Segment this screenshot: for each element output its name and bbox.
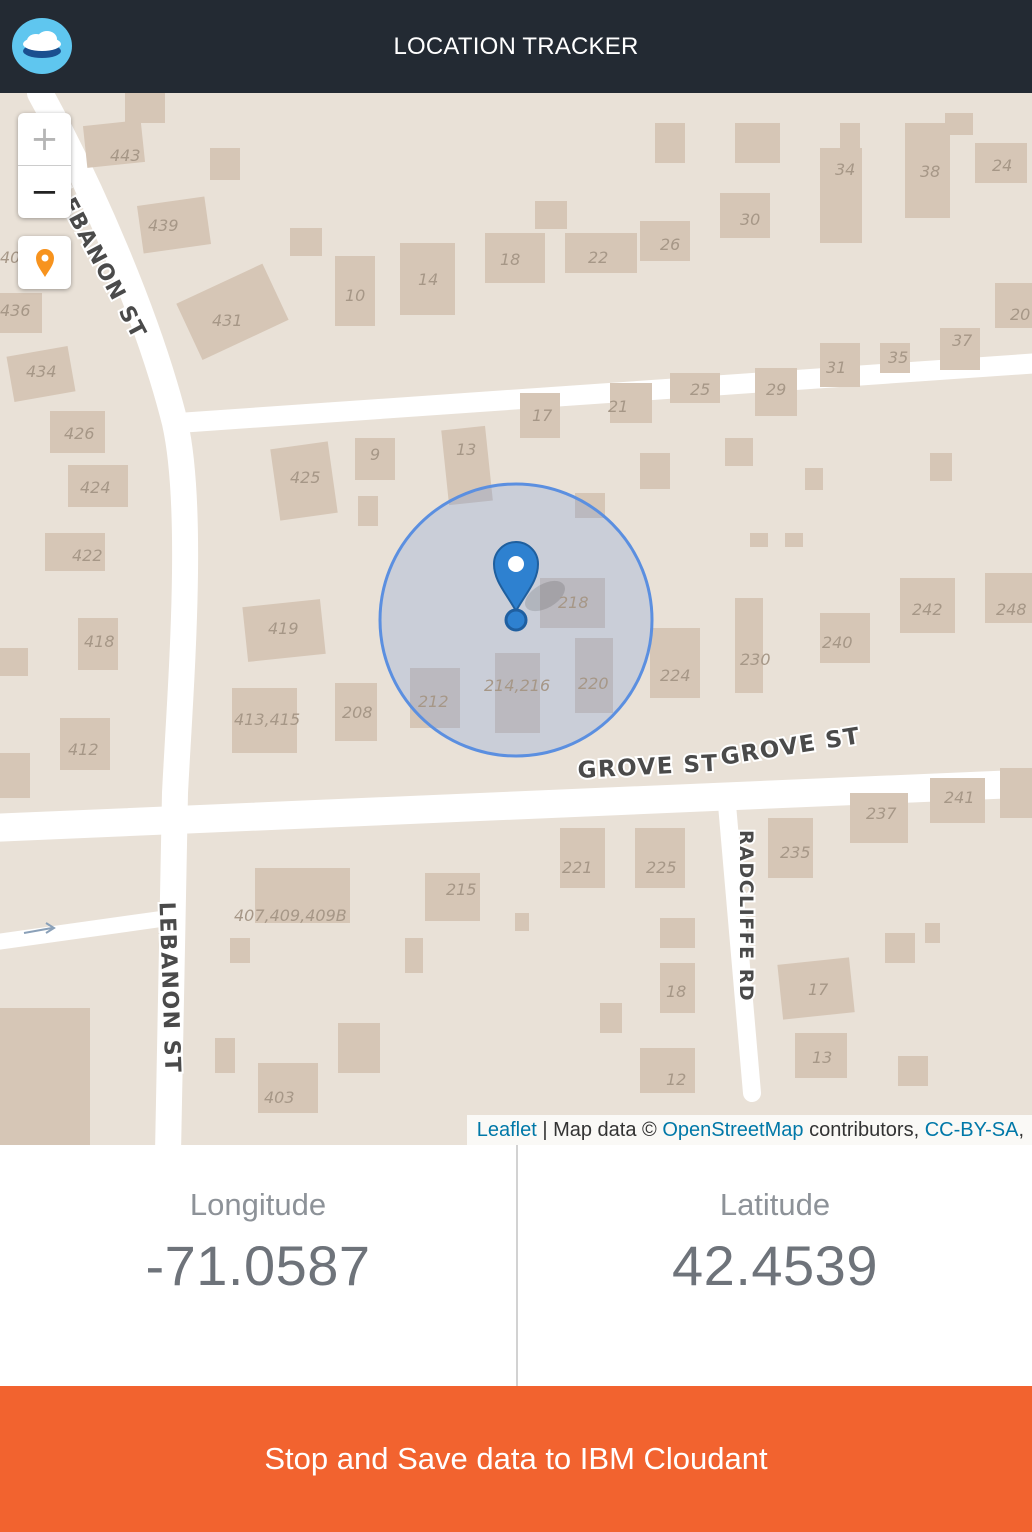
- house-number: 248: [996, 600, 1027, 619]
- house-number: 13: [456, 440, 476, 459]
- house-number: 419: [268, 619, 299, 638]
- house-number: 413,415: [234, 710, 300, 729]
- house-number: 14: [418, 270, 438, 289]
- house-number: 34: [835, 160, 855, 179]
- house-number: 220: [578, 674, 609, 693]
- license-link[interactable]: CC-BY-SA: [925, 1119, 1019, 1141]
- zoom-out-button[interactable]: −: [18, 165, 71, 218]
- locate-button[interactable]: [18, 236, 71, 289]
- street-label-grove-st-2: GROVE ST: [719, 723, 863, 771]
- app-header: LOCATION TRACKER: [0, 0, 1032, 93]
- latitude-section: Latitude 42.4539: [516, 1145, 1032, 1386]
- house-number: 9: [370, 445, 380, 464]
- location-pin-icon: [35, 248, 54, 277]
- house-number: 12: [666, 1070, 686, 1089]
- house-number: 31: [826, 358, 846, 377]
- house-number: 25: [690, 380, 710, 399]
- house-number: 407,409,409B: [234, 906, 347, 925]
- map-attribution: Leaflet | Map data © OpenStreetMap contr…: [466, 1115, 1032, 1145]
- house-number: 18: [500, 250, 520, 269]
- longitude-value: -71.0587: [145, 1234, 371, 1297]
- stop-and-save-button[interactable]: Stop and Save data to IBM Cloudant: [0, 1386, 1032, 1532]
- house-number: 38: [920, 162, 940, 181]
- house-number: 30: [740, 210, 760, 229]
- house-number: 21: [608, 397, 628, 416]
- house-number: 224: [660, 666, 691, 685]
- openstreetmap-link[interactable]: OpenStreetMap: [662, 1119, 803, 1141]
- house-number: 17: [532, 406, 553, 425]
- map-view[interactable]: GROVE ST GROVE ST LEBANON ST LEBANON ST …: [0, 93, 1032, 1145]
- house-number: 241: [944, 788, 975, 807]
- house-number: 237: [866, 804, 897, 823]
- latitude-label: Latitude: [719, 1187, 831, 1222]
- house-number: 418: [84, 632, 115, 651]
- house-number: 26: [660, 235, 680, 254]
- house-number: 13: [812, 1048, 832, 1067]
- attribution-contributors: contributors,: [803, 1119, 925, 1141]
- street-label-radcliffe-rd: RADCLIFFE RD: [735, 830, 757, 1002]
- house-number: 439: [148, 216, 179, 235]
- house-number: 10: [345, 286, 365, 305]
- house-number: 214,216: [484, 676, 550, 695]
- house-number: 215: [446, 880, 477, 899]
- house-number: 218: [558, 593, 589, 612]
- house-number: 235: [780, 843, 811, 862]
- house-number: 436: [0, 301, 31, 320]
- house-number: 208: [342, 703, 373, 722]
- house-number: 24: [992, 156, 1012, 175]
- house-number: 22: [588, 248, 608, 267]
- house-number: 242: [912, 600, 943, 619]
- house-number: 20: [1010, 305, 1030, 324]
- house-number: 426: [64, 424, 95, 443]
- house-number: 422: [72, 546, 103, 565]
- house-number: 431: [212, 311, 243, 330]
- house-number: 35: [888, 348, 908, 367]
- zoom-in-button[interactable]: +: [18, 113, 71, 165]
- house-number: 37: [952, 331, 973, 350]
- house-number: 434: [26, 362, 57, 381]
- house-number: 240: [822, 633, 853, 652]
- leaflet-link[interactable]: Leaflet: [477, 1119, 537, 1141]
- house-number: 443: [110, 146, 141, 165]
- longitude-section: Longitude -71.0587: [0, 1145, 516, 1386]
- map-tiles: GROVE ST GROVE ST LEBANON ST LEBANON ST …: [0, 93, 1032, 1145]
- house-number: 230: [740, 650, 771, 669]
- house-number: 412: [68, 740, 99, 759]
- zoom-control: + −: [18, 113, 71, 218]
- house-number: 17: [808, 980, 829, 999]
- longitude-label: Longitude: [189, 1187, 327, 1222]
- house-number: 212: [418, 692, 449, 711]
- house-number: 18: [666, 982, 686, 1001]
- house-number: 424: [80, 478, 111, 497]
- street-label-grove-st-1: GROVE ST: [577, 751, 719, 784]
- coordinates-panel: Longitude -71.0587 Latitude 42.4539: [0, 1145, 1032, 1386]
- attribution-separator: | Map data ©: [536, 1119, 663, 1141]
- house-number: 403: [264, 1088, 295, 1107]
- house-number: 221: [562, 858, 593, 877]
- house-number: 225: [646, 858, 677, 877]
- house-number: 425: [290, 468, 321, 487]
- page-title: LOCATION TRACKER: [393, 32, 639, 60]
- cloudant-logo-icon: [12, 18, 72, 74]
- house-number: 29: [766, 380, 786, 399]
- latitude-value: 42.4539: [672, 1234, 878, 1297]
- attribution-trailing: ,: [1018, 1119, 1024, 1141]
